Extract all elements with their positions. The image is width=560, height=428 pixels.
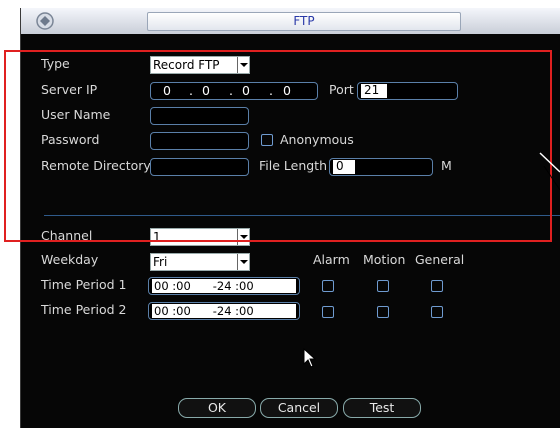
- period-2-alarm-checkbox[interactable]: [322, 306, 334, 318]
- time-period-1-input[interactable]: 00 :00 -24 :00: [148, 277, 300, 295]
- weekday-label: Weekday: [41, 252, 99, 267]
- period-1-motion-checkbox[interactable]: [377, 280, 389, 292]
- time-period-2-value: 00 :00 -24 :00: [152, 304, 296, 318]
- mouse-cursor-icon: [303, 348, 317, 368]
- period-1-alarm-checkbox[interactable]: [322, 280, 334, 292]
- annotation-pointer-line: [539, 152, 560, 190]
- period-2-general-checkbox[interactable]: [431, 306, 443, 318]
- motion-column-header: Motion: [363, 252, 406, 267]
- ok-button[interactable]: OK: [178, 398, 256, 418]
- period-2-motion-checkbox[interactable]: [377, 306, 389, 318]
- cancel-button[interactable]: Cancel: [260, 398, 338, 418]
- general-column-header: General: [415, 252, 465, 267]
- time-period-1-value: 00 :00 -24 :00: [152, 279, 296, 293]
- window-title: FTP: [147, 12, 461, 31]
- title-bar: FTP: [21, 8, 560, 34]
- alarm-column-header: Alarm: [313, 252, 350, 267]
- app-logo-icon: [36, 12, 54, 30]
- weekday-select[interactable]: Fri: [150, 253, 250, 271]
- time-period-2-input[interactable]: 00 :00 -24 :00: [148, 302, 300, 320]
- weekday-select-value: Fri: [153, 255, 168, 269]
- test-button[interactable]: Test: [343, 398, 421, 418]
- period-1-general-checkbox[interactable]: [431, 280, 443, 292]
- time-period-2-label: Time Period 2: [41, 302, 127, 317]
- chevron-down-icon: [237, 254, 249, 270]
- time-period-1-label: Time Period 1: [41, 277, 127, 292]
- highlight-frame: [4, 50, 552, 242]
